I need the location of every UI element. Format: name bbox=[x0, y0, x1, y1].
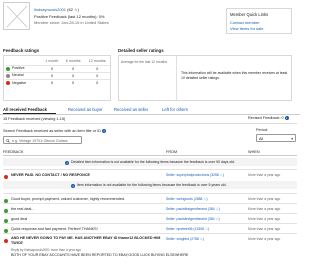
avatar bbox=[3, 2, 30, 30]
search-placeholder: e.g. Vintage 1970's Gibson Guitars bbox=[12, 138, 68, 143]
chevron-down-icon: ▾ bbox=[291, 136, 293, 141]
feedback-text: Good buyer, prompt payment, valued custo… bbox=[11, 196, 125, 201]
feedback-when: More than a year ago bbox=[248, 172, 281, 177]
col-12-months: 12 months bbox=[88, 59, 106, 64]
seller-ratings-header: Average for the last 12 months bbox=[121, 60, 168, 64]
notice-info-icon: i bbox=[71, 183, 75, 188]
table-row: Quick response and fast payment. Perfect… bbox=[3, 223, 297, 233]
positive-1-month: 0 bbox=[50, 66, 53, 71]
period-select[interactable]: All ▾ bbox=[256, 134, 296, 142]
feedback-count: 15 Feedback received (viewing 1-15) bbox=[3, 117, 66, 121]
member-since: Member since: Jan-28-15 in United States bbox=[34, 20, 109, 25]
search-icon bbox=[6, 138, 10, 144]
feedback-text: Quick response and fast payment. Perfect… bbox=[11, 226, 98, 231]
feedback-when: More than a year ago bbox=[248, 206, 281, 211]
negative-icon bbox=[6, 80, 10, 85]
profile-username[interactable]: lindsayrozuls2001 bbox=[34, 7, 66, 12]
positive-12-months: 0 bbox=[96, 66, 99, 71]
quick-links-title: Member Quick Links bbox=[230, 12, 269, 17]
feedback-from[interactable]: Seller: ripstreet06 (13308 ☆) bbox=[166, 227, 209, 231]
profile-score: (62 ☆) bbox=[67, 7, 79, 12]
table-row: the real deal... Seller: paulsfirstgenth… bbox=[3, 203, 297, 213]
member-quick-links-panel: Member Quick Links Contact member View i… bbox=[226, 8, 292, 34]
notice-5-years: i Item information is not available for … bbox=[3, 181, 297, 189]
feedback-text: good deal bbox=[11, 216, 28, 221]
feedback-text: AND HE NEVER GOING TO PAY ME. HAS ANOTHE… bbox=[11, 235, 161, 246]
tab-all-received[interactable]: All received Feedback bbox=[3, 107, 47, 112]
positive-6-months: 0 bbox=[72, 66, 75, 71]
positive-icon bbox=[6, 66, 10, 71]
search-info-icon[interactable]: i bbox=[101, 129, 106, 133]
rating-label-positive: Positive bbox=[6, 65, 42, 72]
table-row: Good buyer, prompt payment, valued custo… bbox=[3, 193, 297, 203]
contact-member-link[interactable]: Contact member bbox=[230, 20, 260, 25]
notice-90-days-text: Detailed item information is not availab… bbox=[71, 160, 236, 165]
rating-label-neutral: Neutral bbox=[6, 72, 42, 79]
table-row: AND HE NEVER GOING TO PAY ME. HAS ANOTHE… bbox=[3, 233, 297, 261]
neutral-12-months: 0 bbox=[96, 73, 99, 78]
view-items-link[interactable]: View items for sale bbox=[230, 26, 264, 31]
period-label: Period: bbox=[256, 128, 269, 132]
feedback-ratings-title: Feedback ratings bbox=[3, 48, 40, 53]
seller-ratings-title: Detailed seller ratings bbox=[118, 48, 164, 53]
header-divider bbox=[3, 155, 297, 156]
period-value: All bbox=[259, 136, 264, 141]
tab-left-for-others[interactable]: Left for others bbox=[162, 107, 188, 112]
header-from: FROM bbox=[166, 150, 178, 154]
header-when: WHEN bbox=[248, 150, 260, 154]
feedback-from[interactable]: Seller: wingbird (2788 ☆) bbox=[166, 237, 204, 241]
default-avatar-icon bbox=[6, 5, 28, 28]
neutral-icon bbox=[6, 73, 10, 78]
notice-info-icon: i bbox=[65, 160, 69, 165]
feedback-when: More than a year ago bbox=[248, 216, 281, 221]
seller-ratings-message: This information will be available when … bbox=[181, 71, 288, 80]
profile-username-line: lindsayrozuls2001 (62 ☆) bbox=[34, 7, 79, 12]
rating-label-negative: Negative bbox=[6, 79, 42, 86]
tab-received-as-buyer[interactable]: Received as buyer bbox=[68, 107, 103, 112]
seller-ratings-panel: Average for the last 12 months This info… bbox=[118, 55, 292, 101]
feedback-when: More than a year ago bbox=[248, 196, 281, 201]
negative-6-months: 0 bbox=[72, 80, 75, 85]
tabs-divider bbox=[0, 114, 300, 115]
revised-feedback: Revised Feedback: 0 i bbox=[248, 116, 289, 120]
seller-ratings-left-column: Average for the last 12 months bbox=[119, 56, 177, 101]
feedback-from[interactable]: Seller: paulsfirstgentheorist (384 ☆) bbox=[166, 207, 220, 211]
negative-12-months: 0 bbox=[96, 80, 99, 85]
col-6-months: 6 months bbox=[65, 59, 81, 64]
feedback-from[interactable]: Seller: weingoods (2888 ☆) bbox=[166, 197, 208, 201]
neutral-1-month: 0 bbox=[50, 73, 53, 78]
search-input[interactable]: e.g. Vintage 1970's Gibson Guitars bbox=[3, 136, 82, 144]
tab-received-as-seller[interactable]: Received as seller bbox=[114, 107, 148, 112]
info-icon[interactable]: i bbox=[284, 116, 289, 120]
table-row: good deal Seller: paulsfirstgentheorist … bbox=[3, 213, 297, 223]
search-label: Search Feedback received as seller with … bbox=[3, 129, 101, 133]
neutral-6-months: 0 bbox=[72, 73, 75, 78]
positive-feedback-percent: Positive Feedback (last 12 months): 0% bbox=[34, 14, 105, 19]
notice-90-days: i Detailed item information is not avail… bbox=[3, 158, 297, 166]
search-label-line: Search Feedback received as seller with … bbox=[3, 129, 106, 133]
feedback-text: the real deal... bbox=[11, 206, 35, 211]
col-1-month: 1 month bbox=[45, 59, 59, 64]
feedback-ratings-panel: 1 month 6 months 12 months Positive 0 0 … bbox=[3, 55, 111, 101]
notice-5-years-text: Item information is not available for th… bbox=[77, 183, 227, 188]
count-divider bbox=[3, 123, 297, 124]
feedback-when: More than a year ago bbox=[248, 226, 281, 231]
table-row: NEVER PAID. NO CONTACT / NO RESPONCE Sel… bbox=[3, 169, 297, 179]
feedback-ratings-table: 1 month 6 months 12 months Positive 0 0 … bbox=[6, 58, 110, 86]
reply-byline: Reply by lindsayrozuls2001 more than a y… bbox=[11, 248, 81, 252]
reply-text: BOTH OF YOUR EBAY ACCOUNTS HAVE BEEN REP… bbox=[11, 253, 189, 257]
feedback-from[interactable]: Seller: paulsfirstgentheorist (384 ☆) bbox=[166, 217, 220, 221]
header-feedback: FEEDBACK bbox=[3, 150, 24, 154]
feedback-from[interactable]: Seller: superphatproductions (3258 ☆) bbox=[166, 173, 224, 177]
negative-1-month: 0 bbox=[50, 80, 53, 85]
feedback-when: More than a year ago bbox=[248, 236, 281, 241]
feedback-text: NEVER PAID. NO CONTACT / NO RESPONCE bbox=[11, 172, 90, 177]
